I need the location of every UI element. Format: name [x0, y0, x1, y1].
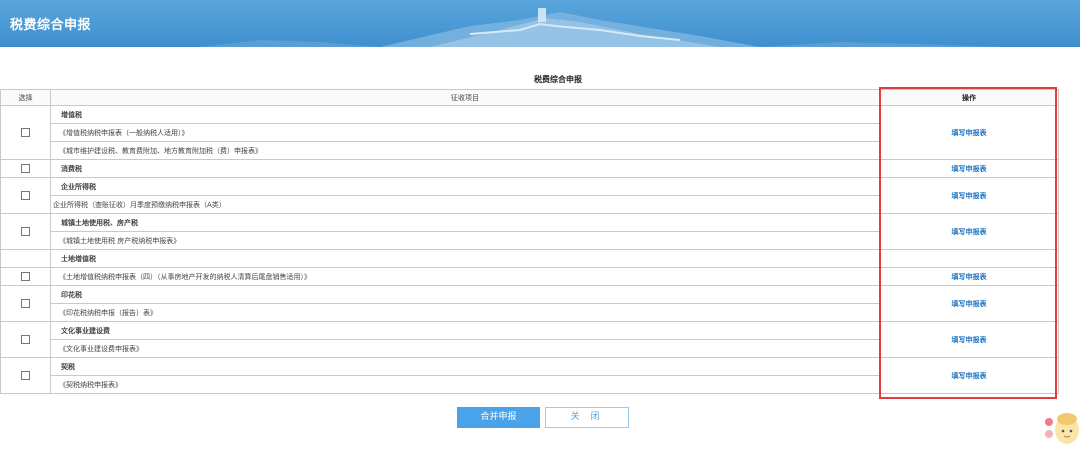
- operation-cell: 填写申报表: [879, 105, 1059, 160]
- select-cell: [0, 213, 51, 250]
- checkbox-icon[interactable]: [21, 299, 30, 308]
- mascot-icon[interactable]: [1042, 404, 1080, 448]
- table-row: 印花税 填写申报表: [0, 285, 1059, 322]
- tax-category: 企业所得税: [50, 177, 880, 196]
- table-row: 《土地增值税纳税申报表（四）（从事房地产开发的纳税人清算后尾盘销售适用）》 填写…: [0, 267, 1059, 286]
- table-title: 税费综合申报: [534, 75, 582, 84]
- tax-category: 消费税: [50, 159, 880, 178]
- table-row: 文化事业建设费 填写申报表: [0, 321, 1059, 358]
- table-row: 土地增值税: [0, 249, 1059, 268]
- fill-form-link[interactable]: 填写申报表: [952, 273, 987, 281]
- app-title: 税费综合申报: [10, 18, 92, 33]
- column-header-select: 选择: [0, 89, 51, 106]
- column-header-operation: 操作: [879, 89, 1059, 106]
- form-name: 企业所得税（查账征收）月季度预缴纳税申报表（A类）: [50, 195, 880, 214]
- fill-form-link[interactable]: 填写申报表: [952, 372, 987, 380]
- checkbox-icon[interactable]: [21, 335, 30, 344]
- tax-category: 印花税: [50, 285, 880, 304]
- fill-form-link[interactable]: 填写申报表: [952, 192, 987, 200]
- great-wall-banner-art: [200, 8, 1000, 47]
- fill-form-link[interactable]: 填写申报表: [952, 300, 987, 308]
- table-row: 契税 填写申报表: [0, 357, 1059, 394]
- tax-category: 契税: [50, 357, 880, 376]
- form-name: 《城市维护建设税、教育费附加、地方教育附加税（费）申报表》: [50, 141, 880, 160]
- operation-cell: [879, 249, 1059, 268]
- checkbox-icon[interactable]: [21, 164, 30, 173]
- top-banner: 税费综合申报: [0, 0, 1080, 47]
- select-cell: [0, 249, 51, 268]
- fill-form-link[interactable]: 填写申报表: [952, 228, 987, 236]
- fill-form-link[interactable]: 填写申报表: [952, 165, 987, 173]
- table-row: 增值税 填写申报表: [0, 105, 1059, 160]
- checkbox-icon[interactable]: [21, 191, 30, 200]
- select-cell: [0, 267, 51, 286]
- tax-category: 城镇土地使用税、房产税: [50, 213, 880, 232]
- operation-cell: 填写申报表: [879, 267, 1059, 286]
- checkbox-icon[interactable]: [21, 272, 30, 281]
- column-header-item: 征收项目: [50, 89, 880, 106]
- select-cell: [0, 177, 51, 214]
- form-name: 《城镇土地使用税 房产税纳税申报表》: [50, 231, 880, 250]
- table-header-row: 选择 征收项目 操作: [0, 89, 1059, 106]
- merge-declare-button[interactable]: 合并申报: [457, 407, 540, 428]
- form-name: 《土地增值税纳税申报表（四）（从事房地产开发的纳税人清算后尾盘销售适用）》: [50, 267, 880, 286]
- tax-category: 增值税: [50, 105, 880, 124]
- operation-cell: 填写申报表: [879, 285, 1059, 322]
- form-name: 《印花税纳税申报（报告）表》: [50, 303, 880, 322]
- fill-form-link[interactable]: 填写申报表: [952, 129, 987, 137]
- select-cell: [0, 321, 51, 358]
- close-button[interactable]: 关 闭: [545, 407, 629, 428]
- select-cell: [0, 159, 51, 178]
- table-row: 消费税 填写申报表: [0, 159, 1059, 178]
- checkbox-icon[interactable]: [21, 128, 30, 137]
- tax-declaration-table: 选择 征收项目 操作 增值税 填写申报表 《增值税纳税申报表（一般纳税人适用）》…: [0, 89, 1059, 394]
- checkbox-icon[interactable]: [21, 227, 30, 236]
- operation-cell: 填写申报表: [879, 321, 1059, 358]
- select-cell: [0, 285, 51, 322]
- fill-form-link[interactable]: 填写申报表: [952, 336, 987, 344]
- operation-cell: 填写申报表: [879, 357, 1059, 394]
- operation-cell: 填写申报表: [879, 159, 1059, 178]
- operation-cell: 填写申报表: [879, 177, 1059, 214]
- tax-category: 土地增值税: [50, 249, 880, 268]
- form-name: 《文化事业建设费申报表》: [50, 339, 880, 358]
- operation-cell: 填写申报表: [879, 213, 1059, 250]
- checkbox-icon[interactable]: [21, 371, 30, 380]
- form-name: 《契税纳税申报表》: [50, 375, 880, 394]
- select-cell: [0, 357, 51, 394]
- table-row: 企业所得税 填写申报表: [0, 177, 1059, 214]
- tax-category: 文化事业建设费: [50, 321, 880, 340]
- table-row: 城镇土地使用税、房产税 填写申报表: [0, 213, 1059, 250]
- form-name: 《增值税纳税申报表（一般纳税人适用）》: [50, 123, 880, 142]
- select-cell: [0, 105, 51, 160]
